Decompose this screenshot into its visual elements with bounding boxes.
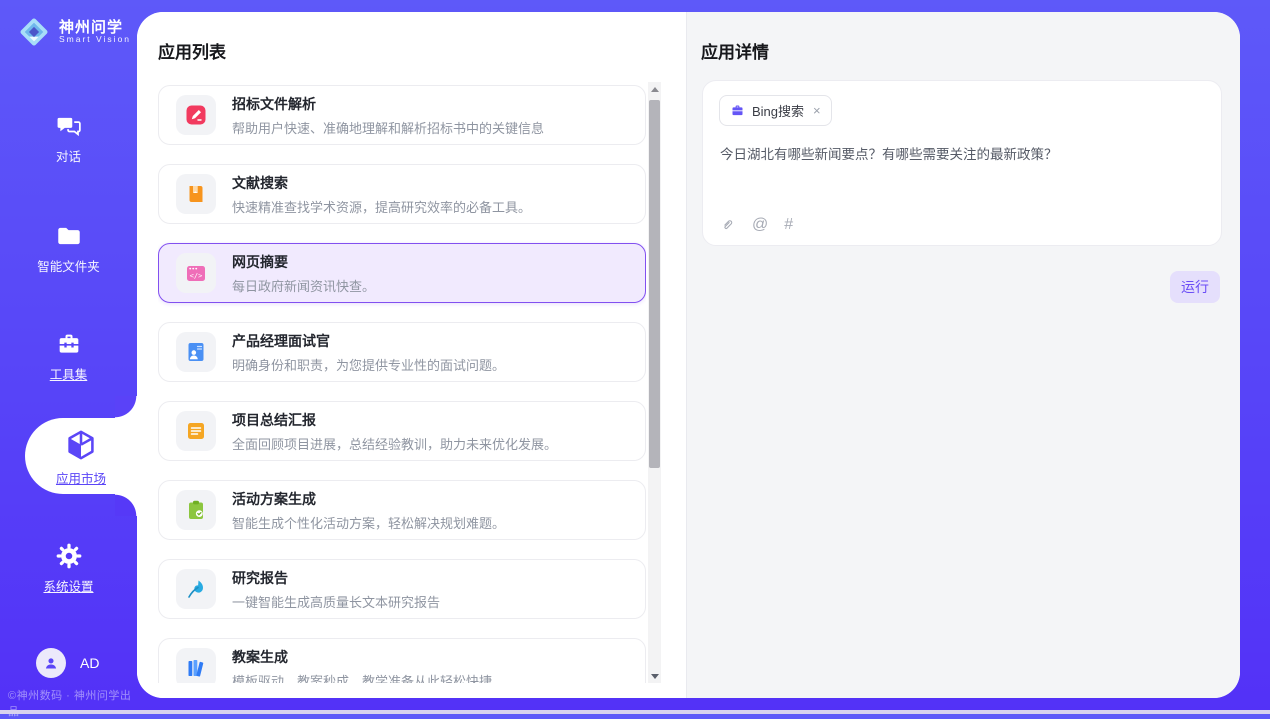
sidebar-item-chat[interactable]: 对话: [0, 112, 137, 165]
pm-interview-icon: [184, 340, 208, 364]
at-mention-icon[interactable]: @: [752, 217, 768, 233]
main-content: 应用列表 招标文件解析 帮助用户快速、准确地理解和解析招标书中的关键信息: [137, 12, 1240, 698]
app-name: 文献搜索: [232, 173, 531, 193]
run-button[interactable]: 运行: [1170, 271, 1220, 303]
app-card-activity-plan[interactable]: 活动方案生成 智能生成个性化活动方案，轻松解决规划难题。: [158, 480, 646, 540]
tool-tag-bing-search[interactable]: Bing搜索 ×: [719, 95, 832, 126]
scrollbar-thumb[interactable]: [649, 100, 660, 468]
window-bottom-edge: [0, 710, 1270, 714]
sidebar: 神州问学 Smart Vision 对话 智能文件夹 工具集: [0, 0, 137, 714]
hash-tag-icon[interactable]: #: [784, 217, 793, 233]
app-card-web-summary[interactable]: </> 网页摘要 每日政府新闻资讯快查。: [158, 243, 646, 303]
app-icon-box: [176, 648, 216, 683]
app-description: 全面回顾项目进展，总结经验教训，助力未来优化发展。: [232, 434, 557, 453]
app-list-panel: 应用列表 招标文件解析 帮助用户快速、准确地理解和解析招标书中的关键信息: [137, 12, 686, 698]
user-name: AD: [80, 655, 99, 671]
copyright-footer: ©神州数码 · 神州问学出品: [8, 687, 137, 719]
app-list: 招标文件解析 帮助用户快速、准确地理解和解析招标书中的关键信息 文献搜索 快速精…: [158, 82, 646, 683]
sidebar-item-settings[interactable]: 系统设置: [0, 542, 137, 595]
app-detail-title: 应用详情: [701, 38, 769, 63]
sidebar-item-label: 系统设置: [0, 576, 137, 595]
app-description: 智能生成个性化活动方案，轻松解决规划难题。: [232, 513, 505, 532]
app-card-literature-search[interactable]: 文献搜索 快速精准查找学术资源，提高研究效率的必备工具。: [158, 164, 646, 224]
app-name: 教案生成: [232, 647, 492, 667]
app-icon-box: [176, 95, 216, 135]
sidebar-item-label: 智能文件夹: [0, 256, 137, 275]
sidebar-item-toolset[interactable]: 工具集: [0, 330, 137, 383]
app-card-lesson-plan[interactable]: 教案生成 模板驱动，教案秒成，教学准备从此轻松快捷: [158, 638, 646, 683]
paperclip-icon[interactable]: [719, 216, 736, 233]
prompt-toolbar: @ #: [719, 216, 793, 233]
app-name: 研究报告: [232, 568, 440, 588]
scroll-down-icon[interactable]: [648, 669, 661, 683]
app-icon-box: [176, 332, 216, 372]
tool-tag-label: Bing搜索: [752, 101, 804, 120]
sidebar-item-label: 工具集: [0, 364, 137, 383]
cube-icon: [63, 427, 99, 463]
app-icon-box: [176, 569, 216, 609]
app-description: 每日政府新闻资讯快查。: [232, 276, 375, 295]
app-icon-box: [176, 411, 216, 451]
app-card-pm-interviewer[interactable]: 产品经理面试官 明确身份和职责，为您提供专业性的面试问题。: [158, 322, 646, 382]
user-account[interactable]: AD: [36, 648, 99, 678]
prompt-card: Bing搜索 × 今日湖北有哪些新闻要点？有哪些需要关注的最新政策？ @ #: [702, 80, 1222, 246]
app-description: 快速精准查找学术资源，提高研究效率的必备工具。: [232, 197, 531, 216]
app-list-title: 应用列表: [158, 38, 226, 63]
app-list-scrollbar[interactable]: [648, 82, 661, 683]
person-icon: [42, 654, 60, 672]
diamond-logo-icon: [16, 14, 52, 50]
project-report-icon: [184, 419, 208, 443]
chat-icon: [55, 112, 83, 140]
web-summary-icon: </>: [184, 261, 208, 285]
app-description: 明确身份和职责，为您提供专业性的面试问题。: [232, 355, 505, 374]
app-card-project-report[interactable]: 项目总结汇报 全面回顾项目进展，总结经验教训，助力未来优化发展。: [158, 401, 646, 461]
folder-icon: [55, 222, 83, 250]
app-name: 产品经理面试官: [232, 331, 505, 351]
close-icon[interactable]: ×: [813, 103, 821, 118]
brand-subtitle: Smart Vision: [59, 35, 131, 44]
brand-name: 神州问学: [59, 20, 131, 36]
sidebar-item-label: 对话: [0, 146, 137, 165]
bid-document-icon: [184, 103, 208, 127]
app-card-bid-parse[interactable]: 招标文件解析 帮助用户快速、准确地理解和解析招标书中的关键信息: [158, 85, 646, 145]
app-icon-box: [176, 490, 216, 530]
app-name: 活动方案生成: [232, 489, 505, 509]
app-icon-box: [176, 174, 216, 214]
sidebar-item-smart-folder[interactable]: 智能文件夹: [0, 222, 137, 275]
app-name: 招标文件解析: [232, 94, 544, 114]
app-name: 项目总结汇报: [232, 410, 557, 430]
app-card-research-report[interactable]: 研究报告 一键智能生成高质量长文本研究报告: [158, 559, 646, 619]
svg-text:</>: </>: [190, 272, 203, 280]
app-name: 网页摘要: [232, 252, 375, 272]
scroll-up-icon[interactable]: [648, 82, 661, 96]
app-description: 模板驱动，教案秒成，教学准备从此轻松快捷: [232, 671, 492, 684]
app-description: 一键智能生成高质量长文本研究报告: [232, 592, 440, 611]
brand-logo: 神州问学 Smart Vision: [16, 14, 131, 50]
app-description: 帮助用户快速、准确地理解和解析招标书中的关键信息: [232, 118, 544, 137]
literature-search-icon: [184, 182, 208, 206]
activity-plan-icon: [184, 498, 208, 522]
prompt-input[interactable]: 今日湖北有哪些新闻要点？有哪些需要关注的最新政策？: [720, 145, 1205, 165]
gear-icon: [55, 542, 83, 570]
toolbox-icon: [55, 330, 83, 358]
avatar: [36, 648, 66, 678]
research-report-icon: [184, 577, 208, 601]
app-icon-box: </>: [176, 253, 216, 293]
briefcase-icon: [730, 103, 745, 118]
sidebar-item-app-market[interactable]: 应用市场: [25, 418, 137, 494]
app-detail-panel: 应用详情 Bing搜索 × 今日湖北有哪些新闻要点？有哪些需要关注的最新政策？ …: [686, 12, 1240, 698]
lesson-plan-icon: [184, 656, 208, 680]
sidebar-item-label: 应用市场: [25, 468, 137, 487]
